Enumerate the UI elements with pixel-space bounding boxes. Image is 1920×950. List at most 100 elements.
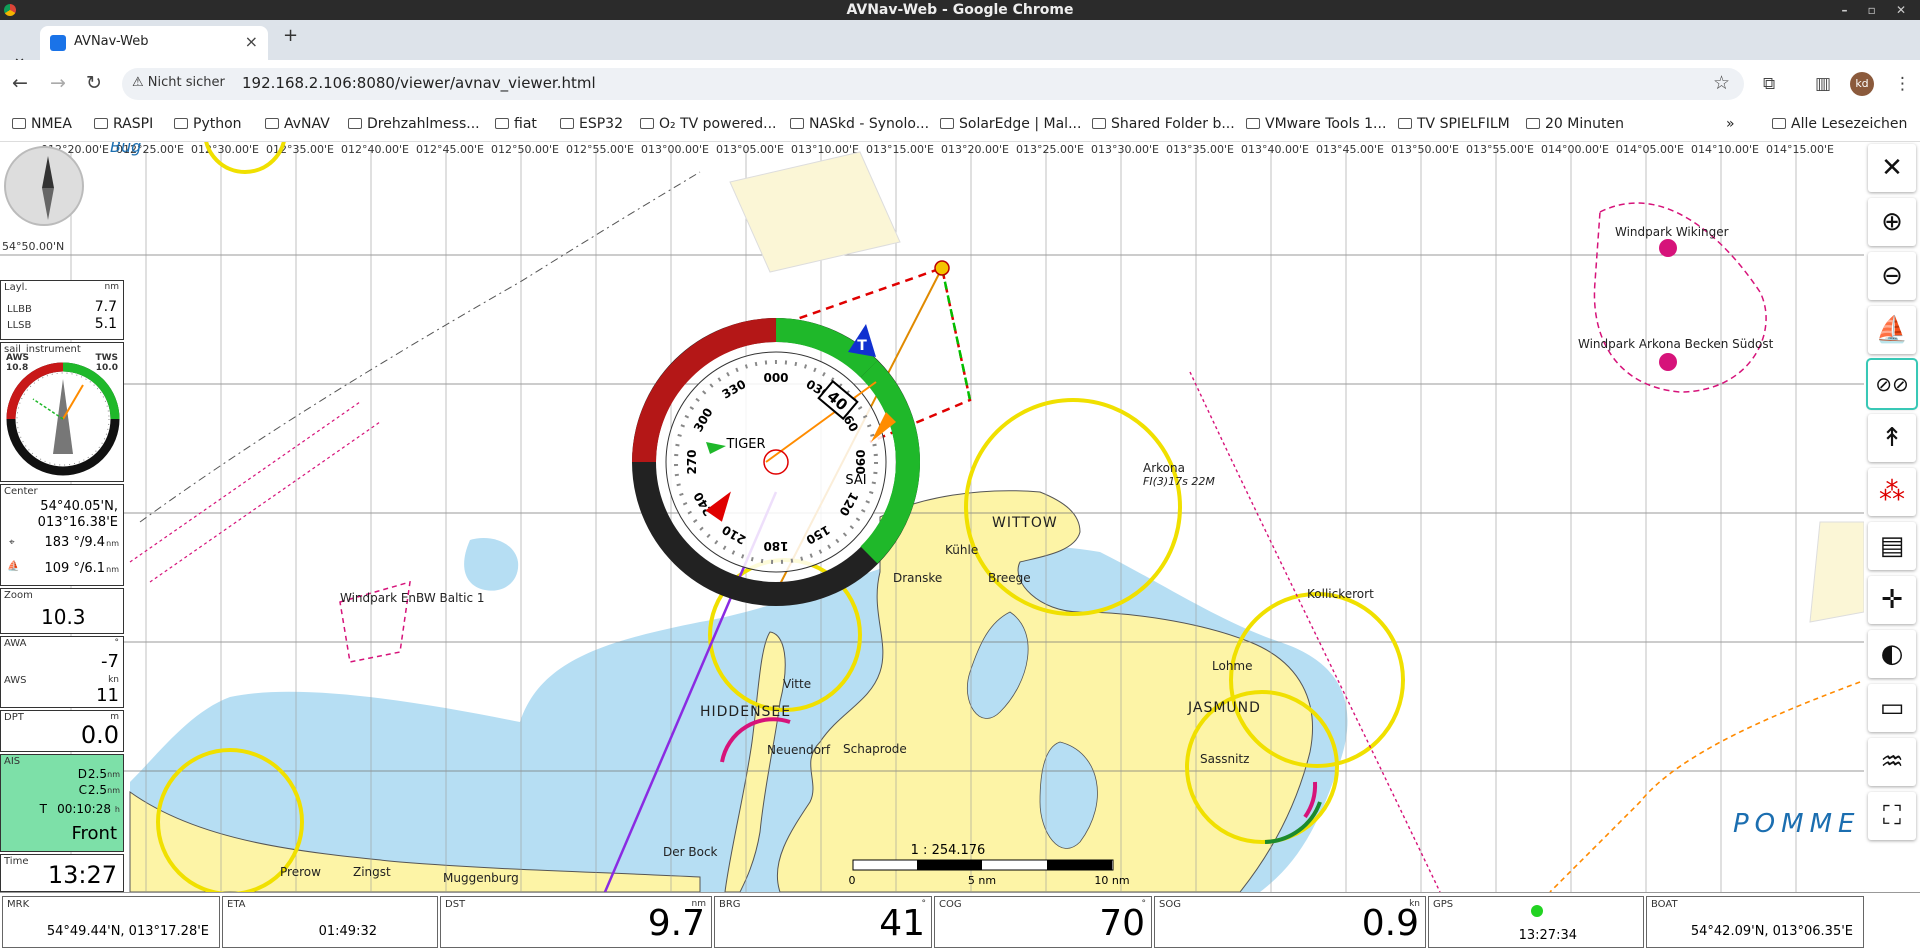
close-tab-icon[interactable]: × bbox=[245, 32, 258, 51]
course-up-button[interactable]: ↟ bbox=[1868, 414, 1916, 462]
bookmark-item[interactable]: AvNAV bbox=[265, 116, 330, 132]
center-widget[interactable]: Center 54°40.05'N, 013°16.38'E ⌖ 183 °/9… bbox=[0, 484, 124, 586]
url-text[interactable]: 192.168.2.106:8080/viewer/avnav_viewer.h… bbox=[242, 74, 596, 92]
folder-icon bbox=[1772, 118, 1786, 129]
close-button[interactable]: ✕ bbox=[1868, 144, 1916, 192]
widget-unit: nm bbox=[104, 282, 119, 292]
center-button[interactable]: ✛ bbox=[1868, 576, 1916, 624]
svg-text:Bug: Bug bbox=[110, 142, 141, 156]
longitude-label: 014°10.00'E bbox=[1691, 143, 1759, 156]
bookmark-item[interactable]: VMware Tools 1... bbox=[1246, 116, 1386, 132]
bookmark-item[interactable]: Shared Folder b... bbox=[1092, 116, 1235, 132]
wind-widget[interactable]: AWA ° -7 AWS kn 11 bbox=[0, 636, 124, 708]
bookmark-item[interactable]: SolarEdge | Mal... bbox=[940, 116, 1081, 132]
more-bookmarks-icon[interactable]: » bbox=[1726, 116, 1735, 132]
gps-widget[interactable]: GPS 13:27:34 bbox=[1428, 896, 1644, 948]
window-controls[interactable]: – ▫ ✕ bbox=[1841, 0, 1914, 20]
layers-button[interactable]: ▤ bbox=[1868, 522, 1916, 570]
vessel-label-tiger: TIGER bbox=[725, 437, 765, 452]
mob-button[interactable]: ♒ bbox=[1868, 738, 1916, 786]
anchor-watch-button[interactable]: ⊘⊘ bbox=[1866, 358, 1918, 410]
north-compass-icon[interactable] bbox=[4, 146, 84, 226]
sail-instrument-widget[interactable]: sail_instrument AWS 10.8 TWS 10.0 bbox=[0, 342, 124, 482]
night-mode-button[interactable]: ◐ bbox=[1868, 630, 1916, 678]
windpark-marker[interactable] bbox=[1659, 353, 1677, 371]
aws-value: 11 bbox=[96, 685, 119, 706]
bookmark-item[interactable]: 20 Minuten bbox=[1526, 116, 1624, 132]
boat-lock-button[interactable]: ⛵ bbox=[1868, 306, 1916, 354]
side-panel-icon[interactable]: ▥ bbox=[1815, 74, 1831, 94]
bookmark-item[interactable]: NASkd - Synolo... bbox=[790, 116, 929, 132]
route-button[interactable]: ⁂ bbox=[1868, 468, 1916, 516]
bookmark-item[interactable]: TV SPIELFILM bbox=[1398, 116, 1510, 132]
eta-widget[interactable]: ETA 01:49:32 bbox=[222, 896, 438, 948]
true-wind-label: T bbox=[857, 338, 867, 354]
longitude-label: 012°50.00'E bbox=[491, 143, 559, 156]
folder-icon bbox=[560, 118, 574, 129]
measure-button[interactable]: ▭ bbox=[1868, 684, 1916, 732]
ais-front: Front bbox=[71, 823, 117, 844]
bookmark-item[interactable]: Drehzahlmess... bbox=[348, 116, 480, 132]
profile-avatar[interactable]: kd bbox=[1850, 72, 1874, 96]
svg-text:JASMUND: JASMUND bbox=[1187, 700, 1261, 716]
svg-text:WITTOW: WITTOW bbox=[992, 515, 1058, 531]
new-tab-icon[interactable]: + bbox=[283, 25, 298, 46]
svg-text:Arkona: Arkona bbox=[1143, 461, 1185, 475]
mrk-widget[interactable]: MRK 54°49.44'N, 013°17.28'E bbox=[2, 896, 220, 948]
address-bar[interactable]: ⚠ Nicht sicher 192.168.2.106:8080/viewer… bbox=[122, 68, 1744, 100]
ais-widget[interactable]: AIS D 2.5 nm C 2.5 nm T 00:10:28 h Front bbox=[0, 754, 124, 852]
dst-widget[interactable]: DST nm 9.7 bbox=[440, 896, 712, 948]
compass-bearing-label: 270 bbox=[685, 449, 699, 474]
center-lat: 54°40.05'N, bbox=[40, 499, 118, 514]
bookmarks-bar: NMEA RASPI Python AvNAV Drehzahlmess... … bbox=[0, 108, 1920, 142]
depth-value: 0.0 bbox=[80, 721, 119, 749]
forward-icon[interactable]: → bbox=[50, 72, 66, 94]
bookmark-item[interactable]: fiat bbox=[495, 116, 537, 132]
nautical-chart[interactable]: 012°20.00'E 012°25.00'E 012°30.00'E 012°35.… bbox=[0, 142, 1864, 892]
chart-map[interactable]: 012°20.00'E 012°25.00'E 012°30.00'E 012°35.… bbox=[0, 142, 1864, 892]
brg-widget[interactable]: BRG ° 41 bbox=[714, 896, 932, 948]
awa-label: AWA bbox=[4, 638, 27, 649]
bookmark-star-icon[interactable]: ☆ bbox=[1713, 72, 1730, 94]
bookmark-item[interactable]: Python bbox=[174, 116, 242, 132]
browser-toolbar: ← → ↻ ⚠ Nicht sicher 192.168.2.106:8080/… bbox=[0, 60, 1920, 108]
waypoint-marker[interactable] bbox=[934, 260, 950, 276]
boat-widget[interactable]: BOAT 54°42.09'N, 013°06.35'E bbox=[1646, 896, 1864, 948]
menu-icon[interactable]: ⋮ bbox=[1894, 74, 1911, 94]
zoom-widget[interactable]: Zoom 10.3 bbox=[0, 588, 124, 634]
widget-caption: COG bbox=[939, 899, 962, 910]
windpark-marker[interactable] bbox=[1659, 239, 1677, 257]
mrk-value: 54°49.44'N, 013°17.28'E bbox=[46, 924, 209, 939]
chrome-icon bbox=[4, 4, 16, 16]
bookmark-item[interactable]: RASPI bbox=[94, 116, 153, 132]
zoom-out-button[interactable]: ⊖ bbox=[1868, 252, 1916, 300]
llbb-label: LLBB bbox=[7, 304, 32, 315]
bottom-widget-bar: MRK 54°49.44'N, 013°17.28'E ETA 01:49:32… bbox=[0, 892, 1920, 950]
zoom-in-button[interactable]: ⊕ bbox=[1868, 198, 1916, 246]
bookmark-item[interactable]: NMEA bbox=[12, 116, 72, 132]
extensions-icon[interactable]: ⧉ bbox=[1763, 74, 1775, 94]
svg-text:Kühle: Kühle bbox=[945, 543, 978, 557]
gps-status-icon bbox=[1531, 905, 1543, 917]
svg-text:Vitte: Vitte bbox=[783, 677, 811, 691]
window-title: AVNav-Web - Google Chrome bbox=[846, 2, 1074, 18]
dsm-icon bbox=[790, 118, 804, 129]
ais-distance: 2.5 bbox=[87, 767, 107, 781]
back-icon[interactable]: ← bbox=[12, 72, 28, 94]
not-secure-indicator[interactable]: ⚠ Nicht sicher bbox=[132, 75, 225, 90]
bookmark-item[interactable]: O₂ TV powered... bbox=[640, 116, 776, 132]
cog-widget[interactable]: COG ° 70 bbox=[934, 896, 1152, 948]
depth-widget[interactable]: DPT m 0.0 bbox=[0, 710, 124, 752]
latitude-label: 54°50.00'N bbox=[2, 240, 64, 253]
fullscreen-button[interactable]: ⛶ bbox=[1868, 792, 1916, 840]
time-widget[interactable]: Time 13:27 bbox=[0, 854, 124, 892]
all-bookmarks[interactable]: Alle Lesezeichen bbox=[1772, 116, 1907, 132]
tab-avnav[interactable]: AVNav-Web × bbox=[40, 26, 268, 60]
sog-widget[interactable]: SOG kn 0.9 bbox=[1154, 896, 1426, 948]
svg-text:5 nm: 5 nm bbox=[968, 874, 996, 887]
reload-icon[interactable]: ↻ bbox=[86, 72, 102, 94]
bookmark-item[interactable]: ESP32 bbox=[560, 116, 623, 132]
widget-caption: BOAT bbox=[1651, 899, 1678, 910]
news-icon bbox=[1526, 118, 1540, 129]
layline-widget[interactable]: Layl. nm LLBB 7.7 LLSB 5.1 bbox=[0, 280, 124, 340]
